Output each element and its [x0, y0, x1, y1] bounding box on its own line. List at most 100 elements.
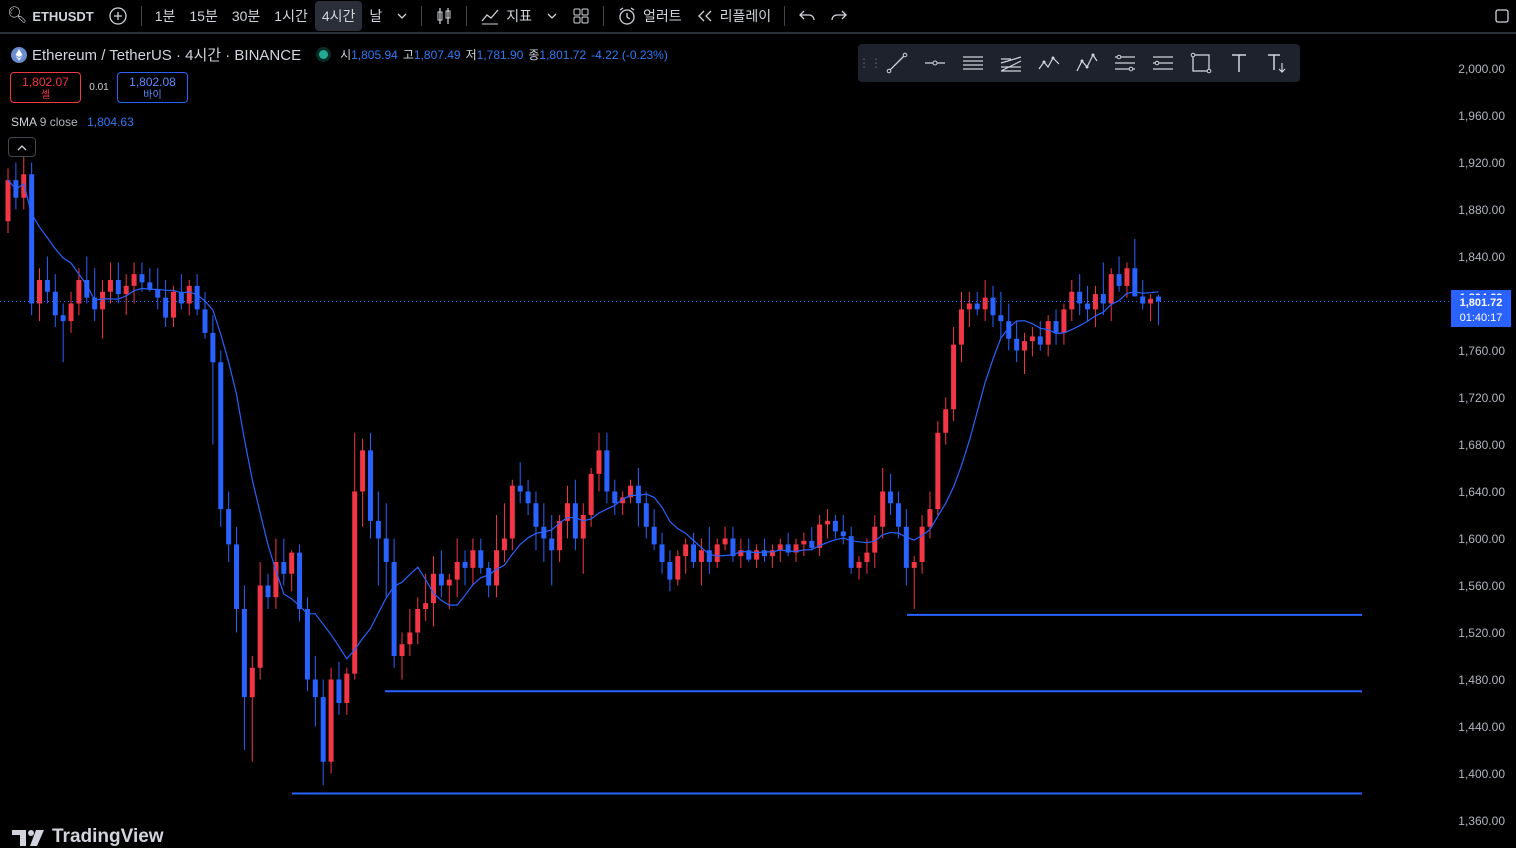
candle-body	[170, 291, 176, 318]
horizontal-ray-tool[interactable]	[916, 44, 954, 82]
price-tick-label: 1,840.00	[1458, 249, 1505, 264]
alert-button[interactable]: 얼러트	[610, 1, 689, 31]
undo-button[interactable]	[791, 1, 823, 31]
range-tool[interactable]	[1106, 44, 1144, 82]
toolbar-divider	[466, 6, 468, 26]
candle-body	[29, 174, 35, 304]
long-position-tool[interactable]	[1144, 44, 1182, 82]
candle-body	[517, 485, 523, 492]
candle-body	[1140, 296, 1146, 304]
candle-body	[880, 491, 886, 527]
collapse-legend-button[interactable]	[8, 137, 36, 157]
price-chart[interactable]	[0, 36, 1450, 845]
candle-body	[974, 303, 980, 310]
text-anchor-tool[interactable]	[1258, 44, 1296, 82]
compare-add-button[interactable]	[101, 1, 135, 31]
trendline-tool[interactable]	[878, 44, 916, 82]
buy-label: 바이	[143, 90, 162, 101]
candle-body	[635, 485, 641, 504]
candle-body	[446, 579, 452, 586]
rectangle-tool[interactable]	[1182, 44, 1220, 82]
candle-body	[927, 509, 933, 527]
candle-body	[202, 309, 208, 333]
candle-body	[289, 552, 295, 574]
indicators-label: 지표	[506, 8, 533, 24]
buy-button[interactable]: 1,802.08 바이	[117, 72, 188, 103]
candle-body	[328, 679, 334, 762]
interval-1m[interactable]: 1분	[148, 1, 183, 31]
symbol-title: Ethereum / TetherUS · 4시간 · BINANCE	[32, 47, 302, 64]
candle-body	[249, 667, 255, 698]
symbol-label: ETHUSDT	[32, 8, 94, 24]
indicators-dropdown[interactable]	[539, 1, 565, 31]
drag-handle-icon[interactable]: ⋮⋮	[858, 56, 882, 70]
candle-body	[651, 526, 657, 545]
candle-body	[44, 280, 50, 292]
candle-body	[1092, 294, 1098, 310]
interval-4h[interactable]: 4시간	[314, 1, 363, 31]
replay-button[interactable]: 리플레이	[689, 1, 779, 31]
text-tool[interactable]	[1220, 44, 1258, 82]
candle-body	[407, 632, 413, 645]
position-icon	[1153, 56, 1173, 70]
interval-1h[interactable]: 1시간	[267, 1, 315, 31]
abc-pattern-tool[interactable]	[1068, 44, 1106, 82]
interval-1d[interactable]: 날	[362, 1, 389, 31]
chevron-down-icon	[397, 13, 407, 19]
last-price-tag: 1,801.72 01:40:17	[1451, 295, 1511, 328]
chart-type-button[interactable]	[428, 1, 460, 31]
candle-body	[895, 503, 901, 527]
candle-body	[825, 520, 831, 525]
abc-pattern-icon	[1076, 53, 1098, 72]
interval-dropdown[interactable]	[389, 1, 415, 31]
open-label: 시	[340, 48, 352, 62]
candle-body	[1124, 268, 1130, 286]
candle-body	[761, 550, 767, 557]
price-range-icon	[1115, 54, 1135, 72]
sma-legend[interactable]: SMA 9 close 1,804.63	[11, 115, 134, 129]
market-status-dot[interactable]	[319, 50, 329, 59]
sma-line	[7, 179, 1159, 660]
candle-body	[1069, 291, 1075, 310]
candle-body	[951, 344, 957, 410]
interval-30m[interactable]: 30분	[225, 1, 267, 31]
layout-button[interactable]	[565, 1, 597, 31]
sma-name: SMA	[11, 115, 37, 129]
candle-body	[533, 503, 539, 527]
parallel-channel-tool[interactable]	[954, 44, 992, 82]
horizontal-line-icon	[925, 60, 945, 66]
candle-body	[1085, 303, 1091, 310]
square-icon	[1495, 9, 1509, 23]
sell-button[interactable]: 1,802.07 셀	[10, 72, 81, 103]
price-tick-label: 1,960.00	[1458, 108, 1505, 123]
candle-body	[1061, 309, 1067, 333]
open-value: 1,805.94	[351, 48, 398, 62]
pattern-tool[interactable]	[1030, 44, 1068, 82]
buy-price: 1,802.08	[129, 75, 176, 89]
candle-body	[958, 309, 964, 345]
candle-body	[163, 297, 169, 318]
candle-body	[155, 289, 161, 298]
chart-legend: Ethereum / TetherUS · 4시간 · BINANCE 시1,8…	[10, 44, 673, 65]
redo-button[interactable]	[823, 1, 855, 31]
candle-body	[52, 291, 58, 316]
candle-body	[312, 679, 318, 698]
candle-body	[383, 538, 389, 562]
candle-body	[509, 485, 515, 539]
price-axis[interactable]: 2,000.00 1,960.00 1,920.00 1,880.00 1,840.00…	[1450, 36, 1516, 845]
candle-body	[612, 491, 618, 504]
close-value: 1,801.72	[539, 48, 587, 62]
symbol-search-button[interactable]: 🔍︎ ETHUSDT	[0, 1, 101, 31]
interval-15m[interactable]: 15분	[182, 1, 224, 31]
text-icon	[1232, 54, 1246, 72]
interval-label: 4시간	[321, 8, 356, 24]
low-value: 1,781.90	[476, 48, 524, 62]
fan-lines-icon	[1000, 56, 1022, 72]
candle-body	[304, 609, 310, 680]
indicators-button[interactable]: 지표	[473, 1, 539, 31]
candle-body	[832, 520, 838, 532]
candle-body	[643, 503, 649, 527]
fullscreen-button[interactable]	[1488, 1, 1516, 31]
fib-fan-tool[interactable]	[992, 44, 1030, 82]
candle-body	[777, 544, 783, 551]
